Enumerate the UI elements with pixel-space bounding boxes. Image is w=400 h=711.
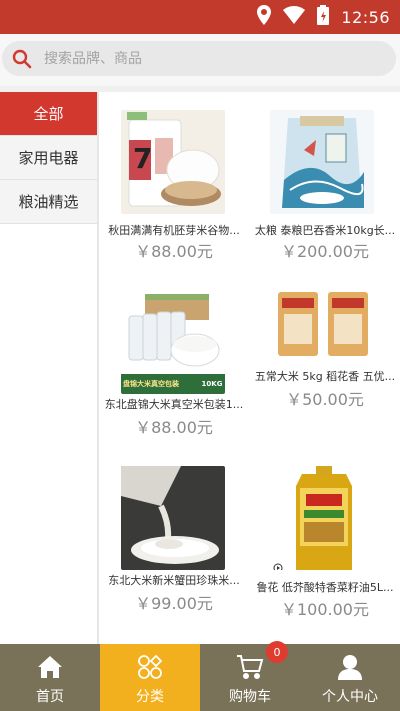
product-name[interactable]: 五常大米 5kg 稻花香 五优... (250, 368, 400, 384)
sidebar-item-all[interactable]: 全部 (0, 92, 97, 136)
product-name[interactable]: 太粮 泰粮巴吞香米10kg长... (250, 222, 400, 238)
product-grid: 7 秋田满满有机胚芽米谷物... ￥88.00元 太粮 泰粮巴吞香米10kg长.… (99, 92, 400, 644)
tab-home-label: 首页 (36, 689, 64, 705)
home-icon (35, 652, 65, 682)
tab-cart-label: 购物车 (229, 689, 271, 705)
cart-count-badge: 0 (266, 641, 288, 663)
product-name[interactable]: 鲁花 低芥酸特香菜籽油5L... (250, 579, 400, 595)
product-image[interactable]: 盘锦大米真空包装 10KG (121, 290, 225, 394)
product-card[interactable]: 7 秋田满满有机胚芽米谷物... ￥88.00元 (99, 110, 249, 285)
product-card[interactable]: 盘锦大米真空包装 10KG 东北盘锦大米真空米包装1... ￥88.00元 (99, 290, 249, 465)
product-card[interactable]: 太粮 泰粮巴吞香米10kg长... ￥200.00元 (250, 110, 400, 285)
product-card[interactable]: 东北大米新米蟹田珍珠米... ￥99.00元 (99, 466, 249, 641)
product-name[interactable]: 秋田满满有机胚芽米谷物... (99, 222, 249, 238)
tab-category-label: 分类 (136, 689, 164, 705)
status-time: 12:56 (341, 7, 390, 27)
product-card[interactable]: 五常大米 5kg 稻花香 五优... ￥50.00元 (250, 290, 400, 465)
search-icon[interactable] (12, 49, 32, 69)
product-name[interactable]: 东北大米新米蟹田珍珠米... (99, 572, 249, 588)
image-caption: 盘锦大米真空包装 (123, 380, 179, 388)
tab-profile[interactable]: 个人中心 (300, 644, 400, 711)
tab-cart[interactable]: 购物车 0 (200, 641, 300, 711)
cart-icon (235, 652, 265, 682)
bottom-tab-bar: 首页 分类 购物车 0 个人中心 (0, 641, 400, 711)
wifi-icon (283, 6, 306, 28)
category-sidebar: 全部 家用电器 粮油精选 (0, 92, 97, 644)
product-image[interactable] (121, 466, 225, 570)
product-price: ￥100.00元 (281, 600, 369, 619)
sidebar-item-grain-oil[interactable]: 粮油精选 (0, 180, 97, 224)
product-card[interactable]: 鲁花 低芥酸特香菜籽油5L... ￥100.00元 (250, 466, 400, 641)
tab-home[interactable]: 首页 (0, 644, 100, 711)
product-image[interactable] (272, 466, 376, 570)
product-image[interactable] (270, 110, 374, 214)
svg-text:7: 7 (133, 142, 152, 175)
tab-profile-label: 个人中心 (322, 689, 378, 705)
product-price: ￥50.00元 (286, 390, 364, 409)
status-bar: 12:56 (0, 0, 400, 34)
location-icon (257, 5, 272, 29)
status-icons: 12:56 (257, 5, 390, 29)
product-price: ￥200.00元 (281, 242, 369, 261)
tab-category[interactable]: 分类 (100, 644, 200, 711)
product-name[interactable]: 东北盘锦大米真空米包装1... (99, 396, 249, 412)
product-price: ￥99.00元 (135, 594, 213, 613)
search-bar (0, 34, 400, 86)
battery-icon (317, 5, 330, 29)
search-box[interactable] (2, 41, 396, 76)
product-image[interactable]: 7 (121, 110, 225, 214)
user-icon (335, 652, 365, 682)
search-input[interactable] (44, 41, 374, 76)
category-icon (135, 652, 165, 682)
product-price: ￥88.00元 (135, 242, 213, 261)
image-weight: 10KG (201, 380, 223, 388)
sidebar-item-appliances[interactable]: 家用电器 (0, 136, 97, 180)
product-price: ￥88.00元 (135, 418, 213, 437)
